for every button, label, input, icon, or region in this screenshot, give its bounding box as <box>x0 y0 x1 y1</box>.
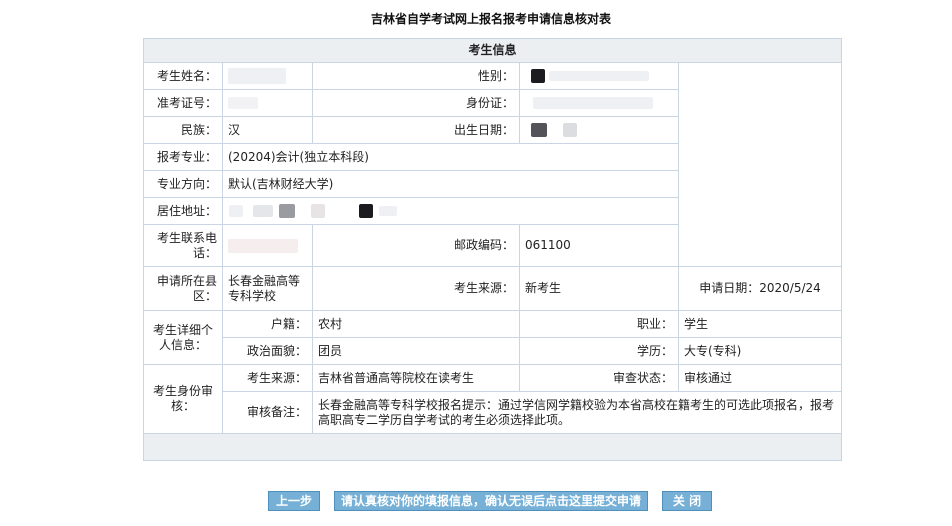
prev-step-button[interactable]: 上一步 <box>268 491 320 511</box>
row-audit-source: 考生身份审核： 考生来源： 吉林省普通高等院校在读考生 审查状态： 审核通过 <box>143 364 843 434</box>
row-county: 申请所在县区： 长春金融高等专科学校 考生来源： 新考生 申请日期：2020/5… <box>143 266 843 311</box>
major-label: 报考专业： <box>143 143 223 171</box>
row-audit-remark: 审核备注： 长春金融高等专科学校报名提示：通过学信网学籍校验为本省高校在籍考生的… <box>144 391 843 434</box>
occupation-label: 职业： <box>519 310 679 338</box>
source-label: 考生来源： <box>312 266 520 311</box>
household-label: 户籍： <box>222 310 313 338</box>
apply-date-label: 申请日期： <box>699 281 760 295</box>
county-value: 长春金融高等专科学校 <box>222 266 313 311</box>
audit-source-value: 吉林省普通高等院校在读考生 <box>312 364 520 392</box>
submit-application-button[interactable]: 请认真核对你的填报信息，确认无误后点击这里提交申请 <box>334 491 648 511</box>
household-value: 农村 <box>312 310 520 338</box>
county-label: 申请所在县区： <box>143 266 223 311</box>
audit-source-label: 考生来源： <box>222 364 313 392</box>
applicant-info-table: 考生信息 考生姓名： 性别： 准考证号： 身份证： 民族： 汉 出生日期： 报考… <box>142 38 843 461</box>
source-value: 新考生 <box>519 266 679 311</box>
audit-label: 考生身份审核： <box>143 364 223 434</box>
occupation-value: 学生 <box>677 310 843 338</box>
political-value: 团员 <box>312 337 520 365</box>
gender-value <box>519 62 679 90</box>
education-value: 大专(专科) <box>677 337 843 365</box>
section-header-row: 考生信息 <box>142 38 843 63</box>
address-value <box>222 197 679 225</box>
postal-code-value: 061100 <box>519 224 679 267</box>
ethnicity-label: 民族： <box>143 116 223 144</box>
direction-value: 默认(吉林财经大学) <box>222 170 679 198</box>
audit-remark-label: 审核备注： <box>222 391 313 434</box>
phone-value <box>222 224 313 267</box>
political-label: 政治面貌： <box>222 337 313 365</box>
admission-no-value <box>222 89 313 117</box>
photo-area-bottom <box>677 224 843 267</box>
personal-info-label: 考生详细个人信息： <box>143 310 223 365</box>
postal-code-label: 邮政编码： <box>312 224 520 267</box>
id-card-label: 身份证： <box>312 89 520 117</box>
birth-date-value <box>519 116 679 144</box>
id-card-value <box>519 89 679 117</box>
education-label: 学历： <box>519 337 679 365</box>
name-value <box>222 62 313 90</box>
row-phone: 考生联系电话： 邮政编码： 061100 <box>143 224 843 267</box>
major-value: (20204)会计(独立本科段) <box>222 143 679 171</box>
admission-no-label: 准考证号： <box>143 89 223 117</box>
name-label: 考生姓名： <box>143 62 223 90</box>
photo-area <box>677 62 843 225</box>
gender-label: 性别： <box>312 62 520 90</box>
ethnicity-value: 汉 <box>222 116 313 144</box>
audit-status-label: 审查状态： <box>519 364 679 392</box>
blank-row <box>142 433 843 461</box>
direction-label: 专业方向： <box>143 170 223 198</box>
apply-date: 申请日期：2020/5/24 <box>677 266 843 311</box>
audit-remark-value: 长春金融高等专科学校报名提示：通过学信网学籍校验为本省高校在籍考生的可选此项报名… <box>311 391 843 434</box>
close-button[interactable]: 关 闭 <box>662 491 712 511</box>
row-political: 政治面貌： 团员 学历： 大专(专科) <box>144 337 843 365</box>
row-name: 考生姓名： 性别： <box>143 62 843 225</box>
phone-label: 考生联系电话： <box>143 224 223 267</box>
audit-status-value: 审核通过 <box>677 364 843 392</box>
row-household: 考生详细个人信息： 户籍： 农村 职业： 学生 <box>143 310 843 365</box>
birth-date-label: 出生日期： <box>312 116 520 144</box>
section-title: 考生信息 <box>142 38 843 63</box>
apply-date-value: 2020/5/24 <box>759 281 821 295</box>
address-label: 居住地址： <box>143 197 223 225</box>
page-title: 吉林省自学考试网上报名报考申请信息核对表 <box>370 12 611 26</box>
